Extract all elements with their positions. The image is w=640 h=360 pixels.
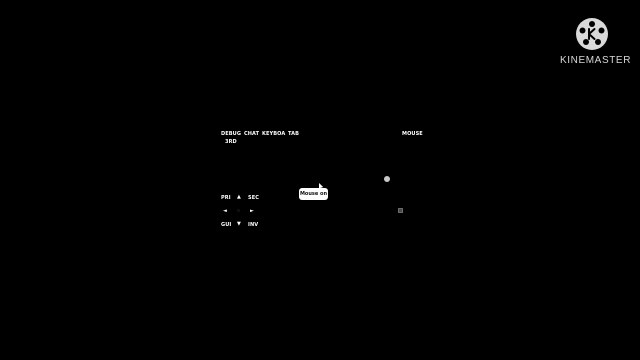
watermark-text-pre: KINE: [560, 55, 586, 66]
dpad-down-button[interactable]: ▼: [237, 221, 241, 227]
chat-button[interactable]: CHAT: [244, 131, 259, 137]
joystick-knob[interactable]: [384, 176, 390, 182]
toast-text: Mouse on: [299, 191, 328, 197]
action-square-button[interactable]: [398, 208, 403, 213]
mouse-on-toast: Mouse on: [299, 188, 328, 200]
debug-button[interactable]: DEBUG: [221, 131, 241, 137]
mouse-toggle-button[interactable]: MOUSE: [402, 131, 423, 137]
dpad-right-button[interactable]: ►: [250, 208, 254, 214]
tab-button[interactable]: TAB: [288, 131, 299, 137]
keyboard-button[interactable]: KEYBOA: [262, 131, 285, 137]
primary-button[interactable]: PRI: [221, 195, 231, 201]
dpad-up-button[interactable]: ▲: [237, 194, 241, 200]
secondary-button[interactable]: SEC: [248, 195, 259, 201]
watermark-text-post: MASTER: [585, 55, 632, 66]
gui-button[interactable]: GUI: [221, 222, 231, 228]
third-person-view-button[interactable]: 3RD: [225, 139, 237, 145]
inventory-button[interactable]: INV: [248, 222, 258, 228]
dpad-center[interactable]: [237, 209, 240, 212]
kinemaster-logo-icon: [576, 18, 608, 50]
kinemaster-watermark: KINEMASTER: [560, 55, 631, 66]
dpad-left-button[interactable]: ◄: [223, 208, 227, 214]
